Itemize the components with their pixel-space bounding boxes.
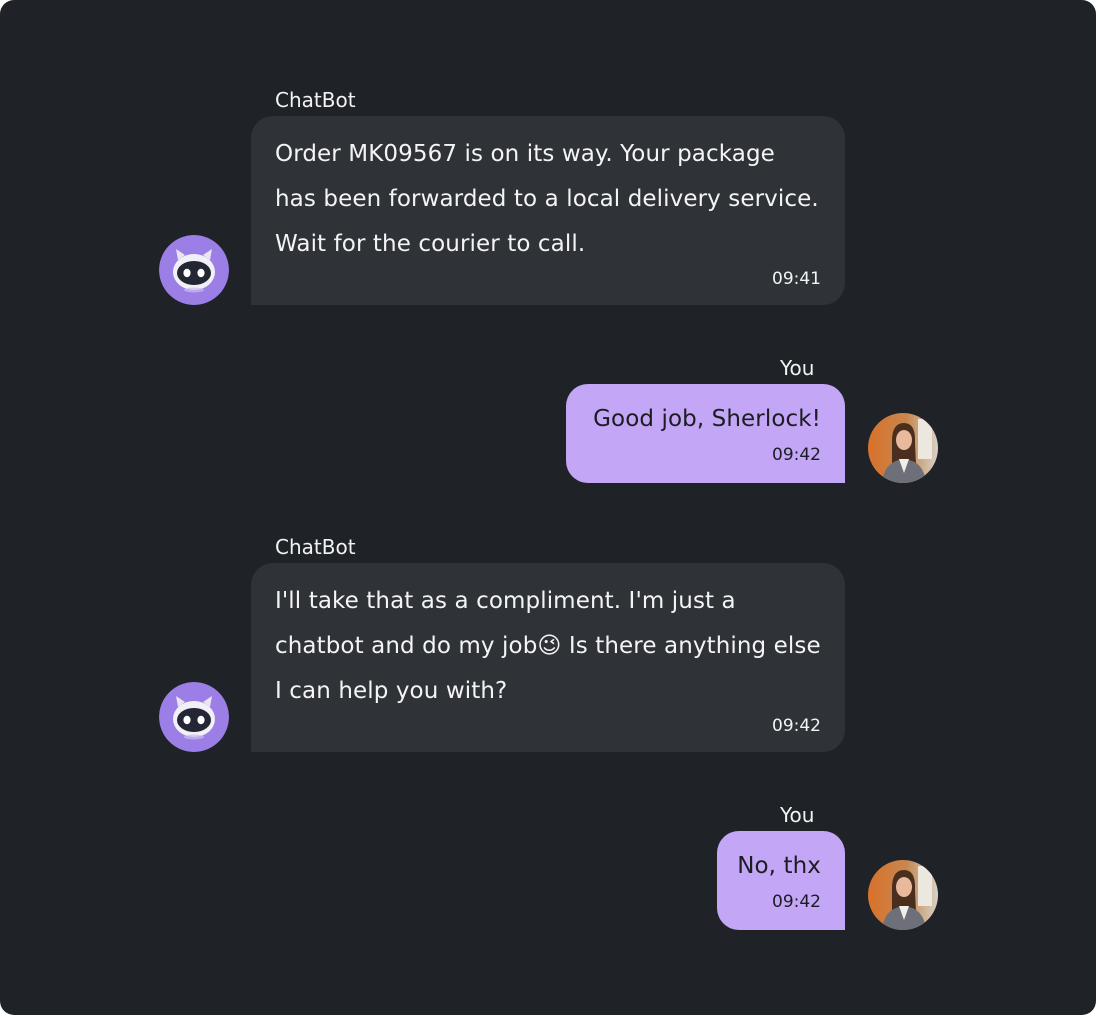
robot-icon bbox=[159, 682, 229, 752]
chat-panel: ChatBot Order MK09567 is on its way. You… bbox=[0, 0, 1096, 1015]
bot-message-bubble[interactable]: Order MK09567 is on its way. Your packag… bbox=[251, 116, 845, 305]
message-sender: You bbox=[780, 356, 815, 380]
message-sender: ChatBot bbox=[275, 535, 356, 559]
message-sender: You bbox=[780, 803, 815, 827]
message-time: 09:42 bbox=[772, 892, 821, 912]
message-text: I'll take that as a compliment. I'm just… bbox=[275, 588, 821, 704]
bot-avatar bbox=[159, 235, 229, 305]
user-photo bbox=[868, 413, 938, 483]
message-time: 09:42 bbox=[772, 716, 821, 736]
bot-avatar bbox=[159, 682, 229, 752]
message-time: 09:42 bbox=[772, 445, 821, 465]
user-message-bubble[interactable]: No, thx 09:42 bbox=[717, 831, 845, 930]
user-photo bbox=[868, 860, 938, 930]
bot-message-bubble[interactable]: I'll take that as a compliment. I'm just… bbox=[251, 563, 845, 752]
message-sender: ChatBot bbox=[275, 88, 356, 112]
robot-icon bbox=[159, 235, 229, 305]
user-avatar bbox=[868, 860, 938, 930]
message-text: Order MK09567 is on its way. Your packag… bbox=[275, 141, 819, 257]
message-text: Good job, Sherlock! bbox=[593, 406, 821, 432]
message-time: 09:41 bbox=[772, 269, 821, 289]
message-text: No, thx bbox=[737, 853, 821, 879]
user-avatar bbox=[868, 413, 938, 483]
user-message-bubble[interactable]: Good job, Sherlock! 09:42 bbox=[566, 384, 845, 483]
